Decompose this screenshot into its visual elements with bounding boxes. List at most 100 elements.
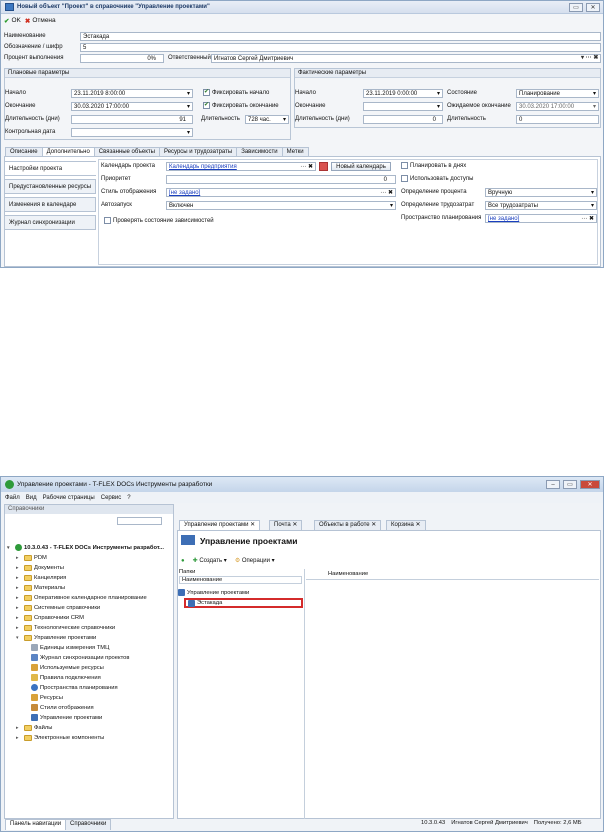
maximize-button[interactable]: ▭	[563, 480, 577, 489]
tab-nav-panel[interactable]: Панель навигации	[5, 819, 67, 830]
control-date-label: Контрольная дата	[5, 129, 56, 135]
minimize-button[interactable]: –	[546, 480, 560, 489]
restore-button[interactable]: ▭	[569, 2, 583, 12]
responsible-field[interactable]: Игнатов Сергей Дмитриевич	[211, 54, 601, 63]
new-calendar-button[interactable]: Новый календарь	[331, 162, 391, 171]
tree-components[interactable]: ▸ Электронные компоненты	[16, 733, 104, 742]
tree-styles[interactable]: Стили отображения	[31, 703, 94, 712]
create-button[interactable]: ✚ Создать ▾	[193, 557, 227, 564]
priority-field[interactable]: 0	[166, 175, 396, 184]
planned-end-field[interactable]: 30.03.2020 17:00:00	[71, 102, 193, 111]
tab-linked-objects[interactable]: Связанные объекты	[93, 147, 160, 156]
refresh-icon[interactable]: ●	[181, 558, 185, 564]
actual-start-field[interactable]: 23.11.2019 0:00:00	[363, 89, 443, 98]
menu-file[interactable]: Файл	[5, 495, 20, 501]
calendar-clear-icon[interactable]: ··· ✖	[300, 163, 313, 170]
planned-duration-field[interactable]: 91	[71, 115, 193, 124]
tree-used-resources[interactable]: Используемые ресурсы	[31, 663, 104, 672]
calendar-field[interactable]: Календарь предприятия ··· ✖	[166, 162, 316, 171]
folder-icon	[24, 734, 32, 741]
planned-duration-label: Длительность (дни)	[5, 116, 60, 122]
tree-crm[interactable]: ▸ Справочники CRM	[16, 613, 84, 622]
tree-files[interactable]: ▸ Файлы	[16, 723, 52, 732]
tab-trash[interactable]: Корзина ✕	[386, 520, 426, 530]
calendar-icon	[319, 162, 328, 171]
app-title: Управление проектами - T-FLEX DOCs Инстр…	[17, 481, 213, 488]
close-button[interactable]: ✕	[586, 2, 600, 12]
spaces-icon	[31, 684, 38, 691]
tree-tech[interactable]: ▸ Технологические справочники	[16, 623, 115, 632]
actual-duration-field[interactable]: 0	[363, 115, 443, 124]
tree-system[interactable]: ▸ Системные справочники	[16, 603, 100, 612]
use-access-checkbox[interactable]: Использовать доступы	[401, 175, 474, 184]
side-calendar-changes[interactable]: Изменения в календаре	[4, 197, 96, 212]
menu-service[interactable]: Сервис	[101, 495, 122, 501]
fix-end-checkbox[interactable]: ✔ Фиксировать окончание	[203, 102, 279, 111]
space-label: Пространство планирования	[401, 215, 482, 221]
tree-office[interactable]: ▸ Канцелярия	[16, 573, 66, 582]
tab-dependencies[interactable]: Зависимости	[236, 147, 283, 156]
side-preset-resources[interactable]: Предустановленные ресурсы	[4, 179, 96, 194]
tree-resources[interactable]: Ресурсы	[31, 693, 63, 702]
folder-icon	[24, 724, 32, 731]
actual-length-field[interactable]: 0	[516, 115, 599, 124]
folder-estakada[interactable]: Эстакада	[184, 598, 303, 608]
state-field[interactable]: Планирование	[516, 89, 599, 98]
side-project-settings[interactable]: Настройки проекта	[4, 161, 96, 176]
style-clear-icon[interactable]: ··· ✖	[380, 189, 393, 196]
folder-icon	[24, 584, 32, 591]
operations-button[interactable]: ⚙ Операции ▾	[235, 557, 275, 564]
tree-materials[interactable]: ▸ Материалы	[16, 583, 65, 592]
cross-icon: ✖	[24, 17, 31, 25]
side-sync-journal[interactable]: Журнал синхронизации	[4, 215, 96, 230]
app-close-button[interactable]: ✕	[580, 480, 600, 489]
tree-project-management[interactable]: Управление проектами	[31, 713, 102, 722]
folder-root[interactable]: Управление проектами	[178, 588, 249, 597]
menu-pages[interactable]: Рабочие страницы	[43, 495, 95, 501]
ok-button[interactable]: ✔ OK	[4, 17, 21, 25]
tab-project-mgmt[interactable]: Управление проектами ✕	[179, 520, 261, 530]
list-name-column[interactable]: Наименование	[306, 571, 599, 580]
expected-end-label: Ожидаемое окончание	[447, 103, 511, 109]
responsible-dropdown-icon[interactable]: ▾ ··· ✖	[581, 54, 598, 63]
space-clear-icon[interactable]: ··· ✖	[581, 215, 594, 222]
planned-length-field[interactable]: 728 час.	[245, 115, 289, 124]
tab-work-objects[interactable]: Объекты в работе ✕	[314, 520, 382, 530]
planned-start-field[interactable]: 23.11.2019 8:00:00	[71, 89, 193, 98]
tree-units[interactable]: Единицы измерения ТМЦ	[31, 643, 109, 652]
tree-projects[interactable]: ▾ Управление проектами	[16, 633, 96, 642]
labor-def-field[interactable]: Все трудозатраты	[485, 201, 597, 210]
control-date-field[interactable]	[71, 128, 193, 137]
autostart-field[interactable]: Включен	[166, 201, 396, 210]
folders-name-column[interactable]: Наименование	[179, 576, 302, 584]
fix-start-checkbox[interactable]: ✔ Фиксировать начало	[203, 89, 269, 98]
percent-def-field[interactable]: Вручную	[485, 188, 597, 197]
check-deps-checkbox[interactable]: Проверять состояние зависимостей	[104, 217, 214, 226]
tflex-logo-icon	[5, 480, 14, 489]
percent-field[interactable]: 0%	[80, 54, 164, 63]
tab-tags[interactable]: Метки	[281, 147, 309, 156]
actual-end-field[interactable]	[363, 102, 443, 111]
plan-days-checkbox[interactable]: Планировать в днях	[401, 162, 466, 171]
tab-directories[interactable]: Справочники	[65, 819, 112, 830]
code-field[interactable]: 5	[80, 43, 601, 52]
tree-root[interactable]: ▾ 10.3.0.43 - T-FLEX DOCs Инструменты раз…	[7, 543, 164, 552]
menu-help[interactable]: ?	[127, 495, 130, 501]
tree-sync-journal[interactable]: Журнал синхронизации проектов	[31, 653, 129, 662]
tab-resources[interactable]: Ресурсы и трудозатраты	[158, 147, 238, 156]
tree-planning[interactable]: ▸ Оперативное календарное планирование	[16, 593, 147, 602]
tree-rules[interactable]: Правила подключения	[31, 673, 101, 682]
expected-end-field[interactable]: 30.03.2020 17:00:00	[516, 102, 599, 111]
tree-docs[interactable]: ▸ Документы	[16, 563, 64, 572]
tree-spaces[interactable]: Пространства планирования	[31, 683, 118, 692]
tab-description[interactable]: Описание	[5, 147, 43, 156]
calendar-label: Календарь проекта	[101, 163, 155, 169]
menu-view[interactable]: Вид	[26, 495, 37, 501]
tab-mail[interactable]: Почта ✕	[269, 520, 303, 530]
space-field[interactable]: [не задано] ··· ✖	[485, 214, 597, 223]
tree-pdm[interactable]: ▸ PDM	[16, 553, 47, 562]
name-field[interactable]: Эстакада	[80, 32, 601, 41]
style-field[interactable]: [не задано] ··· ✖	[166, 188, 396, 197]
panel-search-field[interactable]	[117, 517, 162, 525]
cancel-button[interactable]: ✖ Отмена	[25, 17, 56, 25]
